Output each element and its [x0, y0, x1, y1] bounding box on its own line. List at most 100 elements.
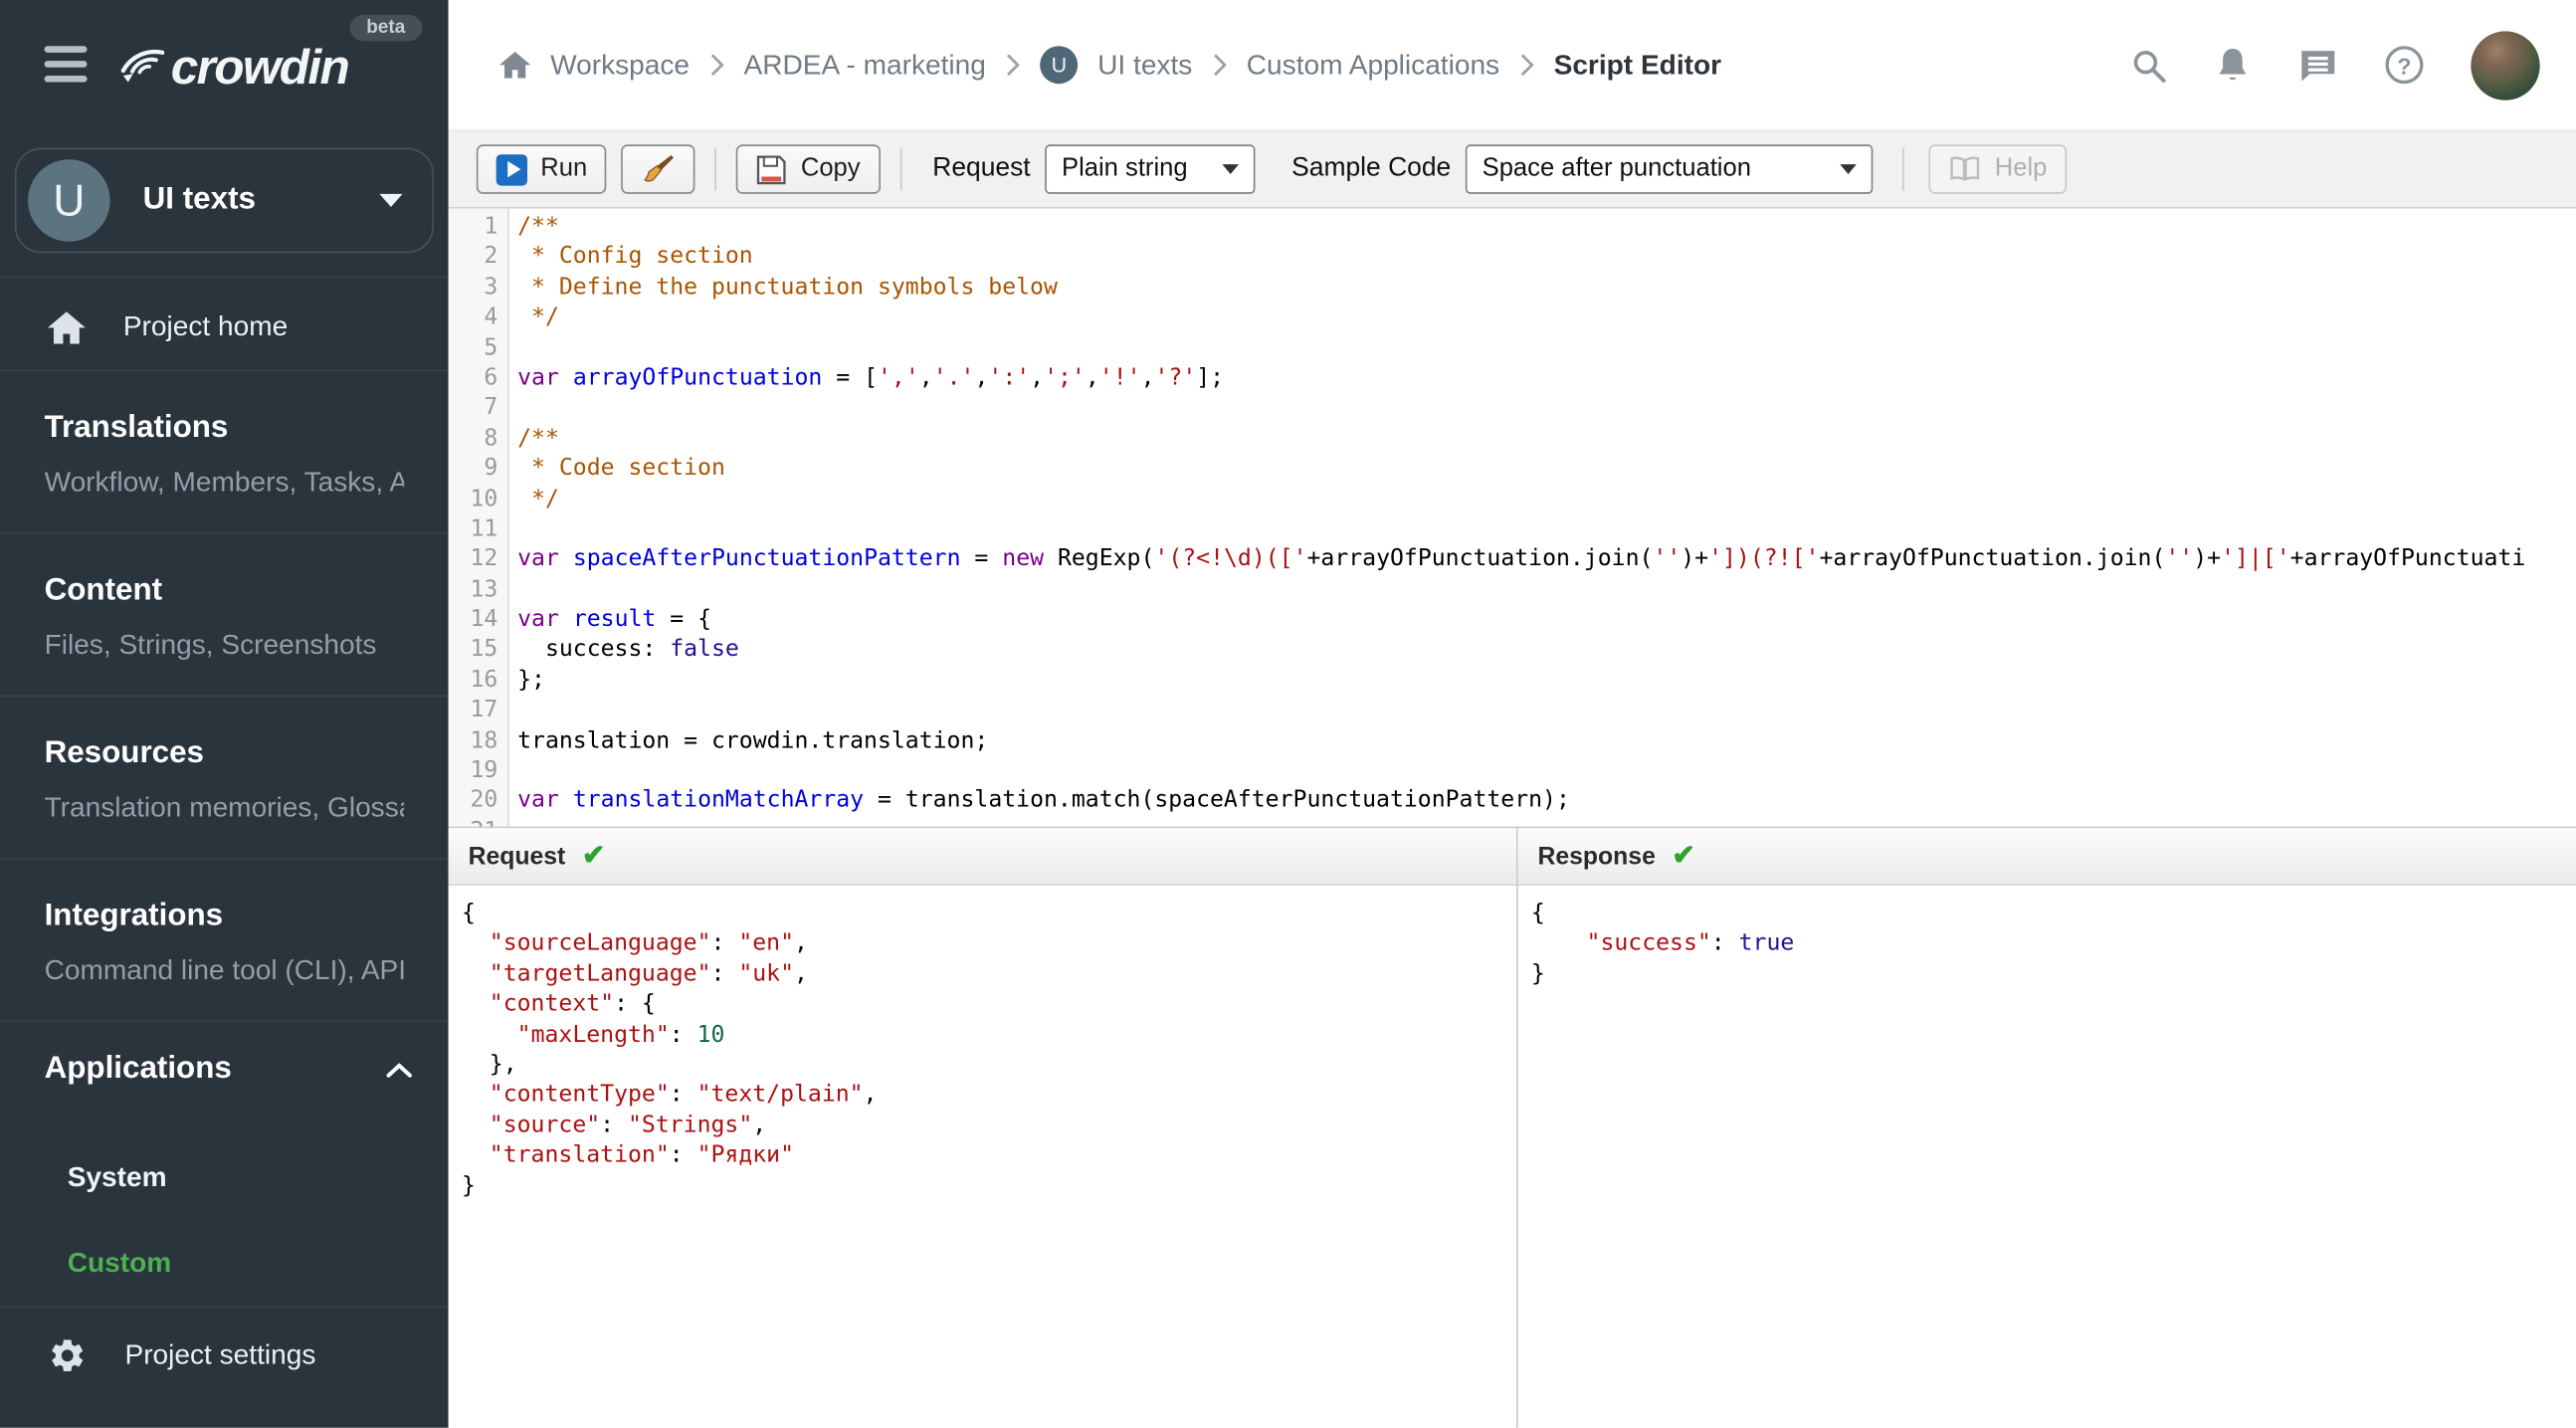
request-json-editor[interactable]: { "sourceLanguage": "en", "targetLanguag… [449, 886, 1516, 1201]
code-text[interactable]: translation = crowdin.translation; [509, 725, 988, 755]
sidebar: crowdin beta U UI texts Project home Tra… [0, 0, 449, 1428]
code-text[interactable] [509, 696, 517, 725]
code-editor[interactable]: 1/** 2 * Config section 3 * Define the pun… [448, 208, 2576, 827]
breadcrumb-custom-applications[interactable]: Custom Applications [1247, 49, 1499, 82]
json-line: { [1530, 900, 1545, 927]
editor-line: 20 var translationMatchArray = translatio… [449, 786, 2576, 816]
sidebar-item-project-home[interactable]: Project home [0, 296, 449, 358]
json-line: "context": { [489, 990, 656, 1018]
sidebar-section-content[interactable]: Content Files, Strings, Screenshots [0, 531, 449, 695]
project-avatar-letter: U [53, 174, 86, 225]
sidebar-item-system[interactable]: System [0, 1160, 449, 1196]
sidebar-item-project-settings-wrap: Project settings [0, 1306, 449, 1428]
code-text[interactable]: */ [509, 484, 559, 513]
sidebar-item-custom[interactable]: Custom [0, 1246, 449, 1282]
editor-line: 13 [449, 574, 2576, 604]
section-title: Translations [44, 410, 229, 446]
applications-items: System Custom [0, 1160, 449, 1282]
breadcrumb-workspace[interactable]: Workspace [550, 49, 690, 82]
search-icon[interactable] [2131, 47, 2167, 83]
copy-button[interactable]: Copy [736, 144, 881, 194]
chevron-right-icon [1520, 54, 1534, 77]
run-button[interactable]: Run [476, 144, 607, 194]
line-number: 9 [484, 455, 498, 482]
messages-icon[interactable] [2298, 47, 2338, 83]
logo-text: crowdin [170, 41, 350, 96]
code-text[interactable] [509, 514, 517, 544]
code-text[interactable]: var translationMatchArray = translation.… [509, 786, 1570, 816]
code-text[interactable]: * Code section [509, 454, 725, 484]
help-button[interactable]: Help [1928, 144, 2068, 194]
code-text[interactable]: */ [509, 303, 559, 332]
code-text[interactable]: /** [509, 424, 559, 454]
sidebar-applications-header[interactable]: Applications [0, 1052, 449, 1088]
request-type-select[interactable]: Plain string [1045, 144, 1256, 194]
json-line: }, [461, 1051, 517, 1079]
divider [0, 276, 449, 279]
section-title: Integrations [44, 899, 224, 933]
crowdin-logo[interactable]: crowdin [118, 35, 350, 103]
project-switcher[interactable]: U UI texts [14, 147, 434, 254]
chevron-down-icon [1222, 164, 1240, 175]
editor-line: 8 /** [449, 424, 2576, 454]
code-text[interactable]: success: false [509, 635, 739, 665]
response-panel-title: Response [1537, 842, 1656, 871]
sidebar-item-label: Project settings [124, 1338, 316, 1371]
code-text[interactable] [509, 393, 517, 423]
line-number: 20 [470, 787, 498, 815]
editor-toolbar: Run Copy Request Plain string Sample Cod… [448, 129, 2576, 209]
editor-line: 6 var arrayOfPunctuation = [',','.',':','… [449, 363, 2576, 393]
editor-line: 12 var spaceAfterPunctuationPattern = new… [449, 544, 2576, 574]
code-text[interactable]: }; [509, 665, 545, 695]
line-number: 15 [470, 636, 498, 664]
line-number: 12 [470, 545, 498, 573]
code-text[interactable]: var spaceAfterPunctuationPattern = new R… [509, 544, 2525, 574]
line-number: 1 [484, 213, 498, 241]
breadcrumb-project-group[interactable]: ARDEA - marketing [744, 49, 986, 82]
line-number: 6 [484, 364, 498, 391]
json-line: } [461, 1172, 476, 1199]
code-text[interactable] [509, 816, 517, 826]
request-panel: Request ✔ { "sourceLanguage": "en", "tar… [448, 826, 1517, 1428]
line-number: 8 [484, 425, 498, 452]
help-icon[interactable]: ? [2385, 46, 2424, 85]
menu-icon[interactable] [44, 46, 88, 91]
breadcrumb-project[interactable]: UI texts [1097, 49, 1192, 82]
home-icon[interactable] [499, 51, 531, 79]
section-title: Resources [44, 735, 205, 771]
editor-line: 16}; [449, 665, 2576, 695]
editor-line: 10 */ [449, 484, 2576, 513]
book-icon [1950, 156, 1980, 181]
help-label: Help [1994, 154, 2048, 183]
sidebar-item-project-settings[interactable]: Project settings [0, 1335, 449, 1375]
editor-line: 5 [449, 332, 2576, 362]
code-text[interactable] [509, 574, 517, 604]
sidebar-section-integrations[interactable]: Integrations Command line tool (CLI), API… [0, 857, 449, 1020]
section-subtitle: Files, Strings, Screenshots [44, 629, 377, 661]
editor-line: 1 /** [449, 212, 2576, 242]
copy-label: Copy [800, 154, 861, 183]
sidebar-section-translations[interactable]: Translations Workflow, Members, Tasks, Ac… [0, 369, 449, 532]
editor-line: 9 * Code section [449, 454, 2576, 484]
format-brush-button[interactable] [621, 144, 696, 194]
home-icon [47, 310, 86, 343]
breadcrumb-project-avatar: U [1040, 46, 1079, 85]
code-text[interactable] [509, 332, 517, 362]
code-text[interactable]: var result = { [509, 605, 711, 635]
sidebar-item-label: Project home [122, 310, 289, 342]
line-number: 14 [470, 606, 498, 633]
chevron-right-icon [1007, 54, 1021, 77]
line-number: 19 [470, 757, 498, 784]
user-avatar[interactable] [2471, 30, 2540, 100]
sample-code-select[interactable]: Space after punctuation [1466, 144, 1874, 194]
code-text[interactable] [509, 756, 517, 786]
code-text[interactable]: /** [509, 212, 559, 242]
sidebar-section-resources[interactable]: Resources Translation memories, Glossari… [0, 695, 449, 857]
code-text[interactable]: * Config section [509, 242, 753, 272]
notifications-bell-icon[interactable] [2215, 46, 2251, 84]
editor-line: 15 success: false [449, 635, 2576, 665]
editor-line: 14 var result = { [449, 605, 2576, 635]
response-json-output: { "success": true} [1518, 886, 2576, 989]
code-text[interactable]: var arrayOfPunctuation = [',','.',':',';… [509, 363, 1224, 393]
code-text[interactable]: * Define the punctuation symbols below [509, 273, 1058, 303]
